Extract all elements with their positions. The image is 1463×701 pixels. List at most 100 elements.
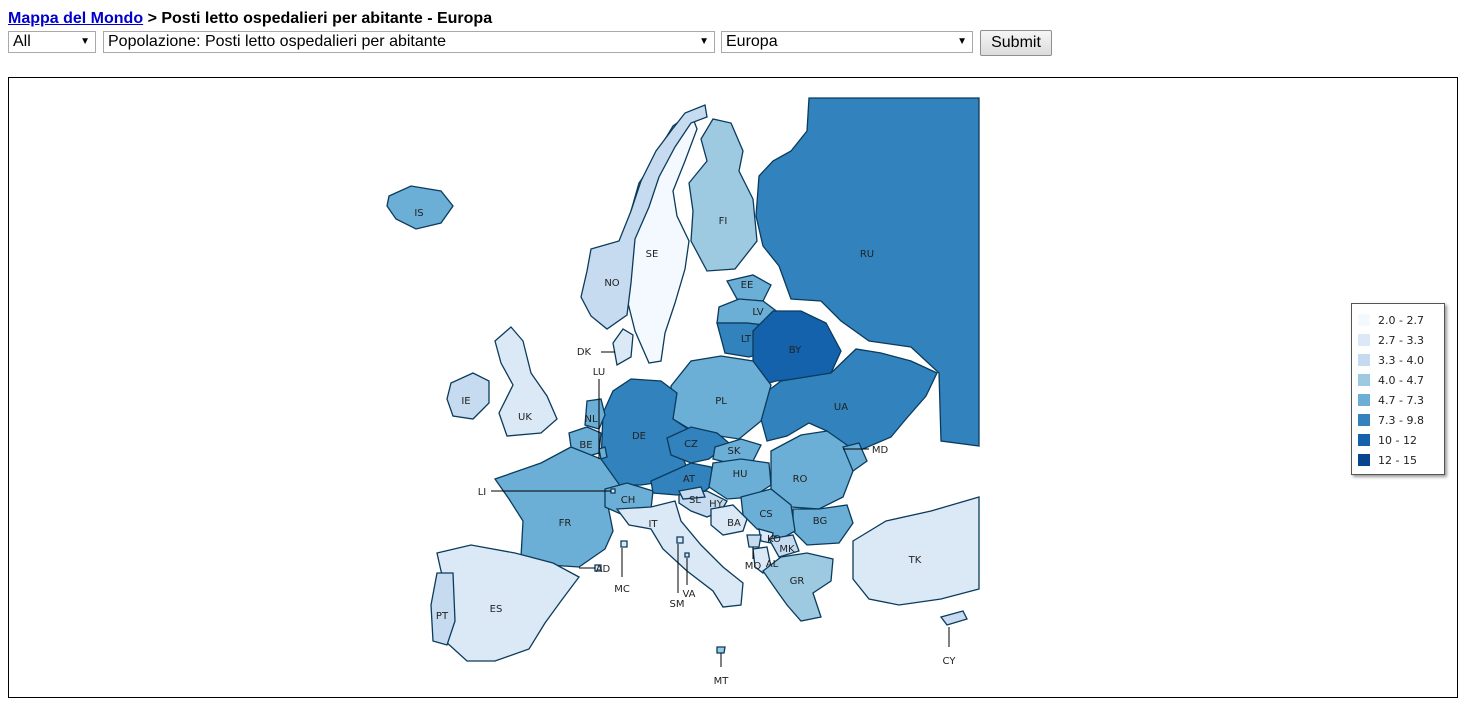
chevron-down-icon: ▼	[957, 36, 967, 47]
map-legend: 2.0 - 2.7 2.7 - 3.3 3.3 - 4.0 4.0 - 4.7 4.7 …	[1351, 303, 1445, 475]
country-label-mc: MC	[614, 584, 630, 595]
country-label-sk: SK	[728, 446, 741, 457]
country-label-is: IS	[414, 208, 423, 219]
country-label-es: ES	[490, 604, 503, 615]
country-label-lv: LV	[752, 307, 763, 318]
country-label-dk: DK	[577, 347, 592, 358]
chevron-down-icon: ▼	[699, 36, 709, 47]
country-label-md: MD	[872, 445, 889, 456]
submit-button[interactable]: Submit	[980, 30, 1052, 56]
legend-label: 4.0 - 4.7	[1378, 373, 1424, 387]
legend-item: 3.3 - 4.0	[1358, 350, 1438, 370]
country-label-ch: CH	[621, 495, 636, 506]
page-title: Posti letto ospedalieri per abitante - E…	[161, 10, 493, 27]
legend-item: 2.0 - 2.7	[1358, 310, 1438, 330]
chevron-down-icon: ▼	[80, 36, 90, 47]
breadcrumb-separator: >	[147, 10, 157, 27]
country-label-cy: CY	[943, 656, 957, 667]
country-label-no: NO	[604, 278, 619, 289]
country-label-pt: PT	[436, 611, 449, 622]
legend-swatch	[1358, 394, 1370, 406]
country-mo[interactable]	[746, 534, 762, 548]
country-lu[interactable]	[598, 446, 608, 460]
country-label-mt: MT	[714, 676, 730, 687]
country-fi[interactable]	[688, 118, 758, 272]
country-label-bg: BG	[813, 516, 827, 527]
country-cy[interactable]	[939, 610, 968, 626]
legend-swatch	[1358, 414, 1370, 426]
country-label-ro: RO	[793, 474, 808, 485]
region-select[interactable]: Europa ▼	[721, 31, 973, 53]
region-select-value: Europa	[726, 33, 778, 50]
legend-item: 12 - 15	[1358, 450, 1438, 470]
country-label-ee: EE	[741, 280, 754, 291]
country-tk[interactable]	[852, 496, 980, 606]
legend-swatch	[1358, 314, 1370, 326]
country-va[interactable]	[684, 552, 690, 558]
country-label-sm: SM	[670, 599, 685, 610]
country-label-de: DE	[632, 431, 646, 442]
legend-item: 7.3 - 9.8	[1358, 410, 1438, 430]
country-label-gr: GR	[790, 576, 805, 587]
legend-label: 2.0 - 2.7	[1378, 313, 1424, 327]
legend-label: 2.7 - 3.3	[1378, 333, 1424, 347]
legend-label: 12 - 15	[1378, 453, 1417, 467]
country-fr[interactable]	[493, 446, 622, 568]
legend-label: 7.3 - 9.8	[1378, 413, 1424, 427]
country-mc[interactable]	[620, 540, 628, 548]
legend-label: 3.3 - 4.0	[1378, 353, 1424, 367]
country-label-cz: CZ	[684, 439, 698, 450]
legend-swatch	[1358, 454, 1370, 466]
country-label-nl: NL	[584, 414, 597, 425]
country-label-pl: PL	[715, 396, 727, 407]
country-li[interactable]	[610, 488, 616, 494]
legend-label: 10 - 12	[1378, 433, 1417, 447]
country-label-ad: AD	[596, 564, 611, 575]
country-label-by: BY	[789, 345, 802, 356]
legend-item: 4.7 - 7.3	[1358, 390, 1438, 410]
europe-map: IS NO SE FI RU EE LV LT BY UA PL DE DK UK IE NL BE LU FR CH…	[386, 97, 980, 687]
country-label-va: VA	[682, 589, 695, 600]
country-label-tk: TK	[908, 555, 922, 566]
country-label-cs: CS	[759, 509, 772, 520]
legend-swatch	[1358, 374, 1370, 386]
country-label-lu: LU	[593, 367, 605, 378]
legend-item: 4.0 - 4.7	[1358, 370, 1438, 390]
legend-label: 4.7 - 7.3	[1378, 393, 1424, 407]
country-label-lt: LT	[741, 334, 752, 345]
country-sm[interactable]	[676, 536, 684, 544]
country-label-al: AL	[766, 559, 779, 570]
country-label-hy: HY	[709, 499, 724, 510]
map-container: IS NO SE FI RU EE LV LT BY UA PL DE DK UK IE NL BE LU FR CH…	[8, 77, 1458, 698]
breadcrumb: Mappa del Mondo > Posti letto ospedalier…	[8, 10, 492, 28]
country-label-fr: FR	[559, 518, 572, 529]
indicator-select[interactable]: Popolazione: Posti letto ospedalieri per…	[103, 31, 715, 53]
legend-item: 10 - 12	[1358, 430, 1438, 450]
country-label-se: SE	[646, 249, 659, 260]
country-mt[interactable]	[716, 646, 726, 654]
category-select-value: All	[13, 33, 31, 50]
world-map-link[interactable]: Mappa del Mondo	[8, 10, 143, 27]
country-label-be: BE	[579, 440, 592, 451]
country-dk[interactable]	[612, 328, 634, 367]
legend-swatch	[1358, 434, 1370, 446]
country-label-mo: MO	[745, 561, 762, 572]
country-label-sl: SL	[689, 495, 701, 506]
country-label-li: LI	[478, 487, 487, 498]
legend-swatch	[1358, 334, 1370, 346]
category-select[interactable]: All ▼	[8, 31, 96, 53]
legend-swatch	[1358, 354, 1370, 366]
country-label-it: IT	[648, 519, 658, 530]
country-label-ua: UA	[834, 402, 848, 413]
country-label-hu: HU	[733, 469, 748, 480]
country-label-uk: UK	[518, 412, 532, 423]
country-label-at: AT	[683, 474, 696, 485]
country-label-mk: MK	[779, 544, 795, 555]
legend-item: 2.7 - 3.3	[1358, 330, 1438, 350]
country-label-fi: FI	[719, 216, 728, 227]
country-label-ie: IE	[461, 396, 470, 407]
country-label-ru: RU	[860, 249, 874, 260]
country-ro[interactable]	[770, 430, 854, 510]
indicator-select-value: Popolazione: Posti letto ospedalieri per…	[108, 33, 446, 50]
country-label-ba: BA	[727, 518, 741, 529]
